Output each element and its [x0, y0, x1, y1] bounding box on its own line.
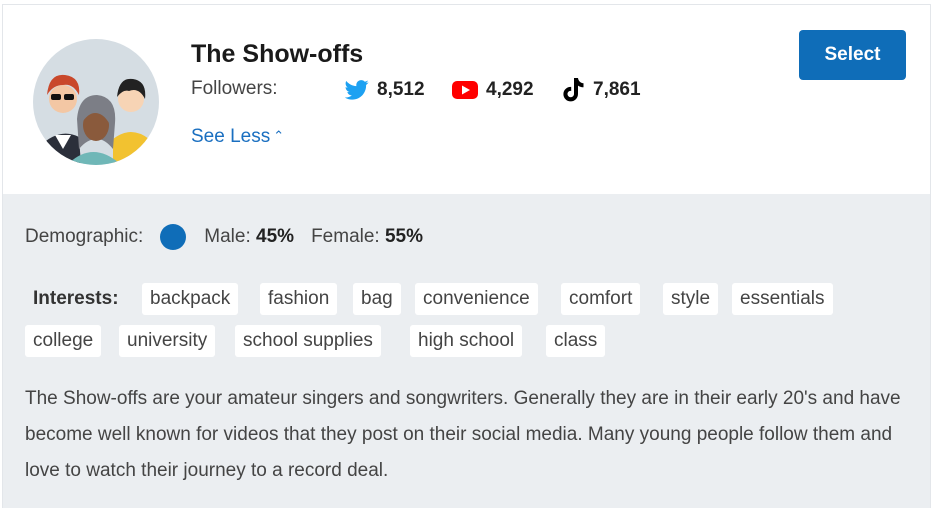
tiktok-count: 7,861	[593, 79, 641, 100]
demographic-chart-icon	[160, 224, 187, 250]
see-less-label: See Less	[191, 126, 271, 147]
interest-tag: college	[25, 325, 102, 357]
interests-label: Interests:	[33, 288, 119, 309]
male-value: 45%	[256, 226, 295, 247]
interest-tag: fashion	[260, 283, 338, 315]
male-label: Male:	[204, 226, 251, 247]
followers-label: Followers:	[191, 78, 278, 99]
select-button[interactable]: Select	[799, 30, 906, 80]
persona-avatar	[33, 39, 159, 165]
persona-description: The Show-offs are your amateur singers a…	[25, 388, 901, 481]
demographic-row: Demographic: Male: 45% Female: 55%	[25, 224, 423, 250]
interest-tag: bag	[353, 283, 401, 315]
interest-tag: essentials	[732, 283, 833, 315]
persona-header: The Show-offs Followers: 8,512 4,292 7,8…	[3, 5, 930, 193]
persona-title: The Show-offs	[191, 40, 364, 68]
interest-tag: convenience	[415, 283, 538, 315]
persona-card: The Show-offs Followers: 8,512 4,292 7,8…	[2, 4, 931, 508]
group-avatar-icon	[39, 74, 149, 165]
interest-tag: backpack	[142, 283, 239, 315]
female-label: Female:	[311, 226, 380, 247]
female-value: 55%	[384, 226, 424, 247]
interest-tag: class	[546, 325, 606, 357]
persona-details: Demographic: Male: 45% Female: 55% Inter…	[3, 194, 930, 508]
interest-tag: high school	[410, 325, 523, 357]
youtube-count: 4,292	[486, 79, 534, 100]
youtube-followers: 4,292	[452, 77, 534, 103]
interest-tag: school supplies	[235, 325, 381, 357]
twitter-followers: 8,512	[345, 77, 425, 103]
twitter-icon	[345, 80, 369, 100]
chevron-up-icon: ⌃	[273, 128, 285, 143]
youtube-icon	[452, 81, 478, 99]
tiktok-followers: 7,861	[563, 77, 641, 103]
twitter-count: 8,512	[377, 79, 425, 100]
interest-tag: university	[119, 325, 216, 357]
interest-tag: style	[663, 283, 719, 315]
interest-tag: comfort	[561, 283, 641, 315]
tiktok-icon	[563, 78, 584, 102]
demographic-label: Demographic:	[25, 226, 144, 247]
see-less-link[interactable]: See Less ⌃	[191, 126, 284, 148]
